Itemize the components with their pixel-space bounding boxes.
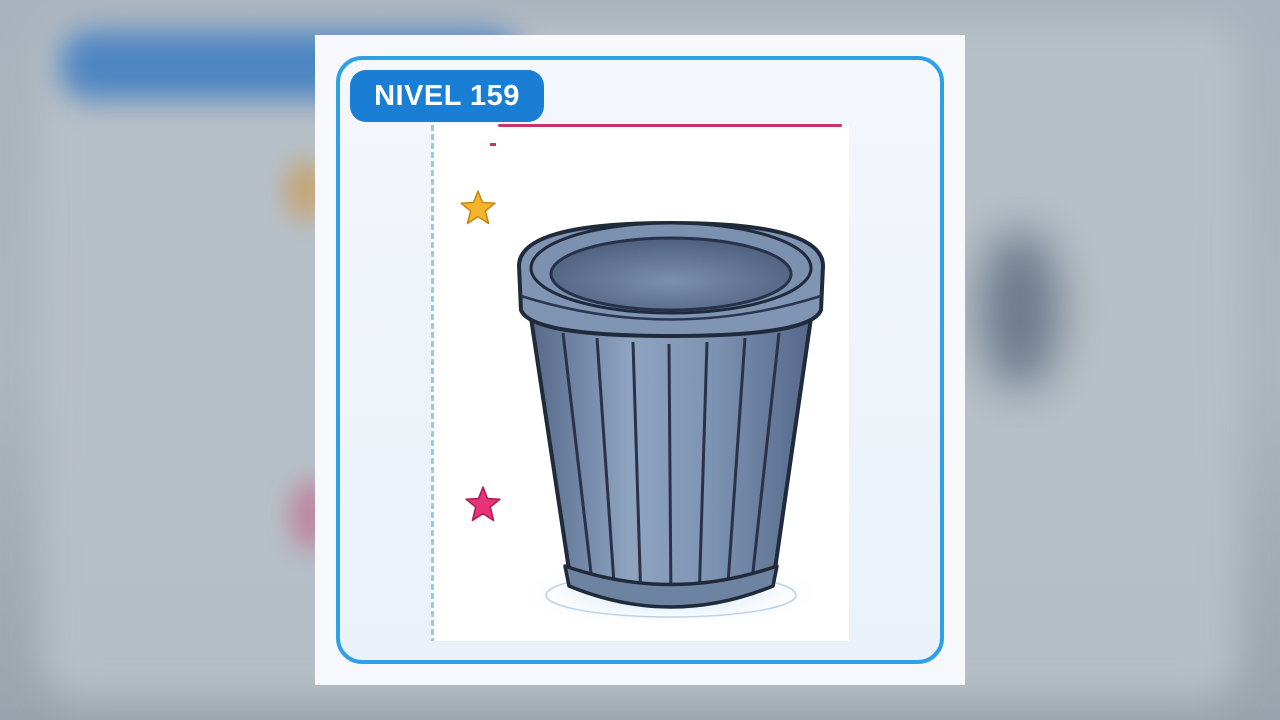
puzzle-card: NIVEL 159 (315, 35, 965, 685)
background-shadow (980, 230, 1060, 390)
paper-edge (431, 125, 434, 641)
trash-bin-icon[interactable] (511, 218, 841, 628)
paper-top-line (498, 124, 842, 127)
paper-tick (490, 143, 496, 146)
star-icon[interactable] (458, 188, 498, 228)
star-icon[interactable] (463, 484, 503, 526)
level-badge: NIVEL 159 (350, 70, 544, 122)
